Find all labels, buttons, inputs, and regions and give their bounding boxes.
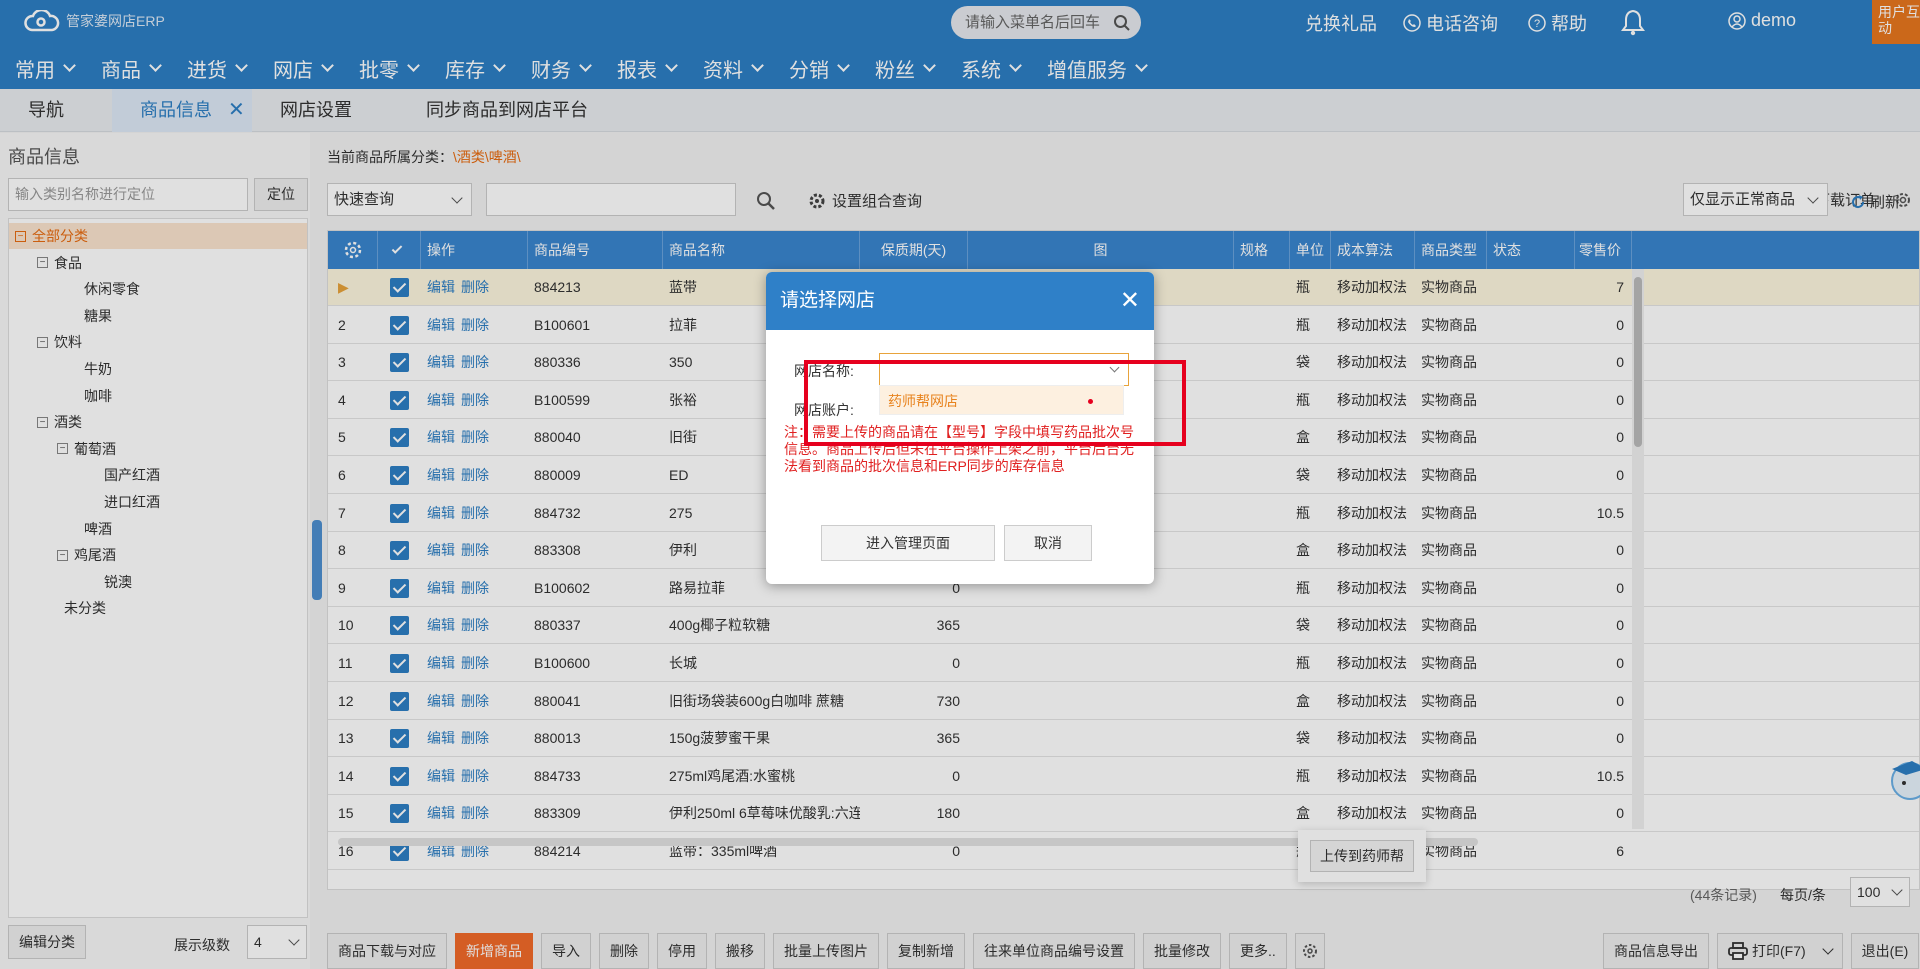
close-icon[interactable]: ✕ <box>1120 272 1140 330</box>
dialog-header: 请选择网店 ✕ <box>766 272 1154 330</box>
enter-management-button[interactable]: 进入管理页面 <box>821 525 995 561</box>
highlight-box <box>804 360 1186 446</box>
dialog-title: 请选择网店 <box>780 290 876 311</box>
cancel-button[interactable]: 取消 <box>1004 525 1092 561</box>
